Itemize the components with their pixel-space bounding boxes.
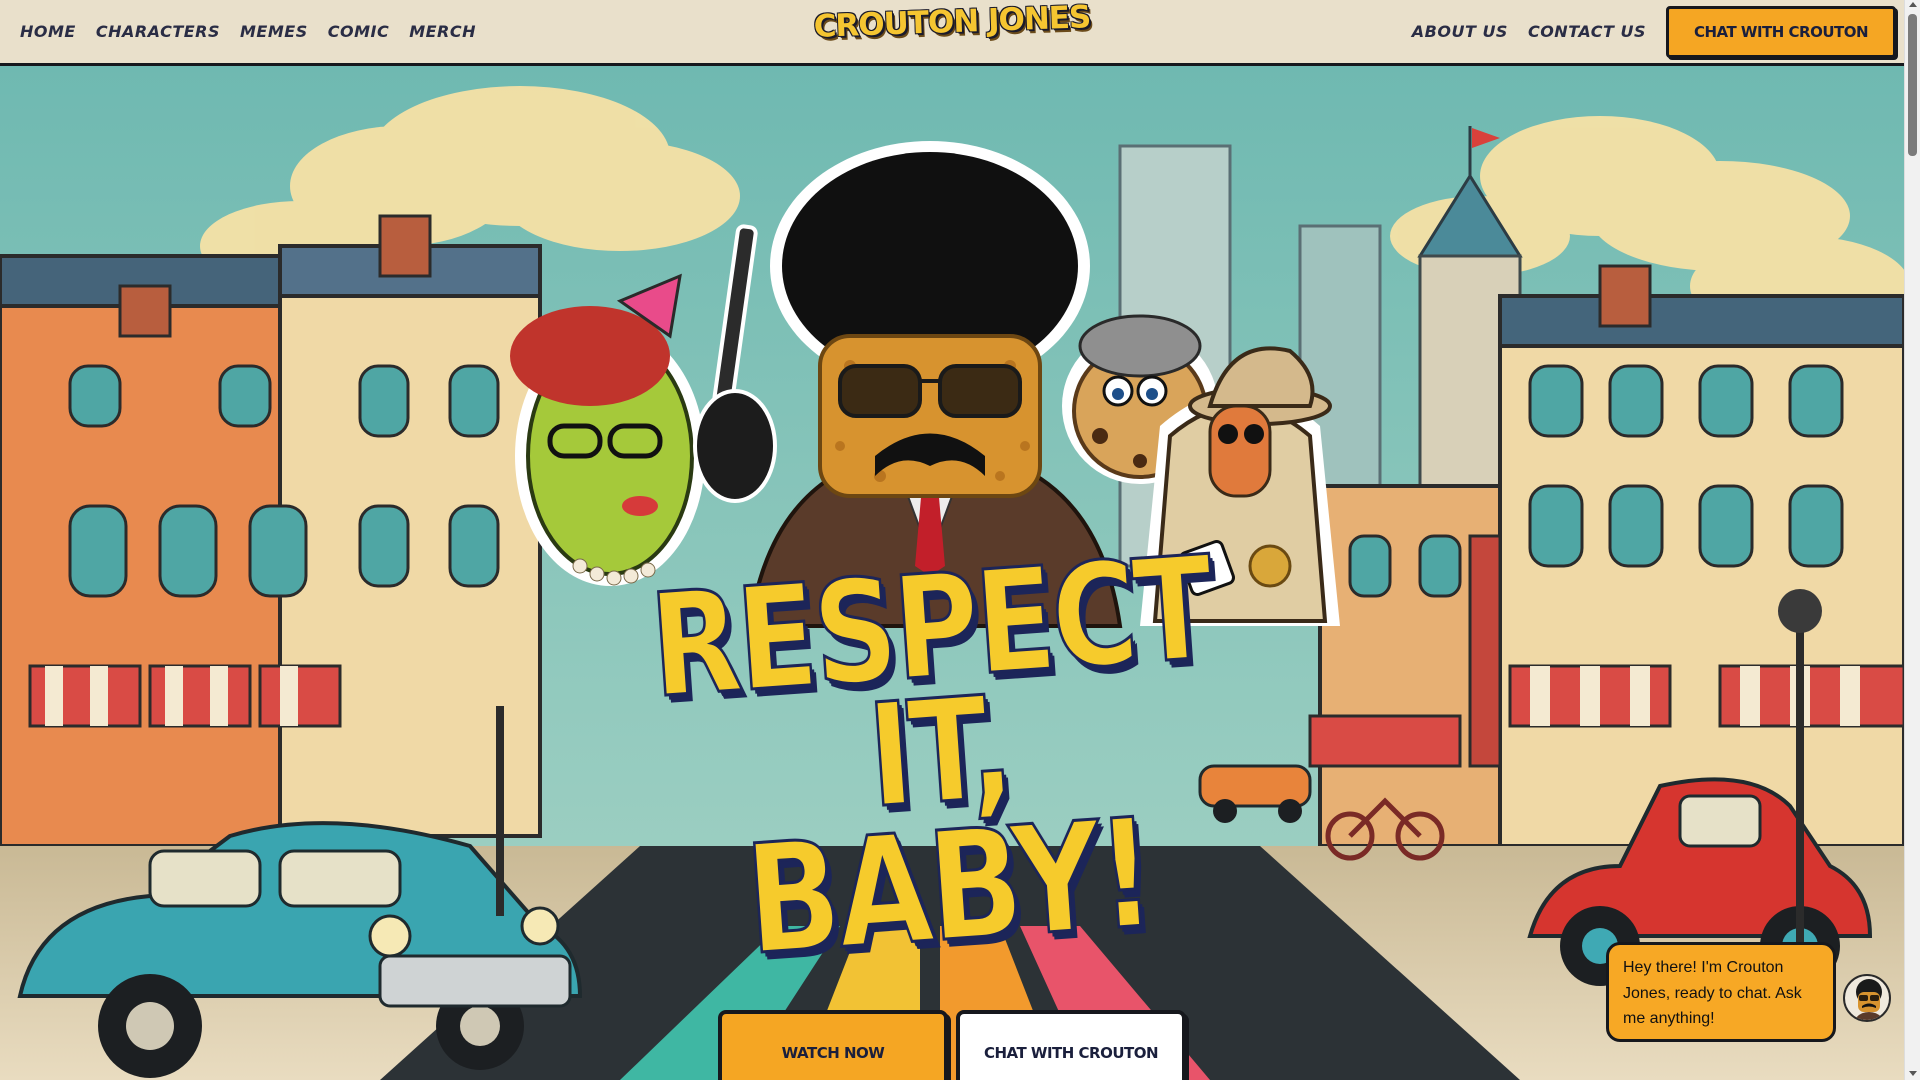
- watch-now-button[interactable]: WATCH NOW: [718, 1010, 948, 1080]
- site-logo[interactable]: CROUTON JONES: [813, 0, 1091, 45]
- lamp-head: [1778, 589, 1822, 633]
- chat-with-crouton-nav-button[interactable]: CHAT WITH CROUTON: [1666, 5, 1896, 58]
- nav-link-about-us[interactable]: ABOUT US: [1402, 22, 1518, 41]
- primary-nav: HOME CHARACTERS MEMES COMIC MERCH: [20, 22, 486, 41]
- nav-link-home[interactable]: HOME: [20, 22, 86, 41]
- chat-avatar-icon[interactable]: [1843, 974, 1891, 1022]
- page-scrollbar[interactable]: [1904, 0, 1920, 1080]
- chat-with-crouton-hero-button[interactable]: CHAT WITH CROUTON: [956, 1010, 1186, 1080]
- nav-link-memes[interactable]: MEMES: [230, 22, 318, 41]
- scroll-thumb[interactable]: [1908, 14, 1917, 156]
- top-navigation-bar: HOME CHARACTERS MEMES COMIC MERCH CROUTO…: [0, 0, 1904, 66]
- headline-line-1: RESPECT IT,: [644, 525, 1217, 841]
- nav-link-contact-us[interactable]: CONTACT US: [1518, 22, 1656, 41]
- nav-link-merch[interactable]: MERCH: [399, 22, 486, 41]
- hero-button-group: WATCH NOW CHAT WITH CROUTON: [718, 1010, 1186, 1080]
- chat-greeting-bubble[interactable]: Hey there! I'm Crouton Jones, ready to c…: [1606, 942, 1836, 1042]
- hero-headline: RESPECT IT, BABY!: [547, 525, 1332, 990]
- scroll-up-arrow-icon[interactable]: [1909, 2, 1917, 7]
- nav-link-characters[interactable]: CHARACTERS: [86, 22, 230, 41]
- left-buildings: [0, 214, 542, 848]
- secondary-nav: ABOUT US CONTACT US CHAT WITH CROUTON: [1402, 5, 1896, 58]
- scroll-down-arrow-icon[interactable]: [1909, 1071, 1917, 1076]
- hero-section: RESPECT IT, BABY! WATCH NOW CHAT WITH CR…: [0, 66, 1904, 1080]
- nav-link-comic[interactable]: COMIC: [318, 22, 399, 41]
